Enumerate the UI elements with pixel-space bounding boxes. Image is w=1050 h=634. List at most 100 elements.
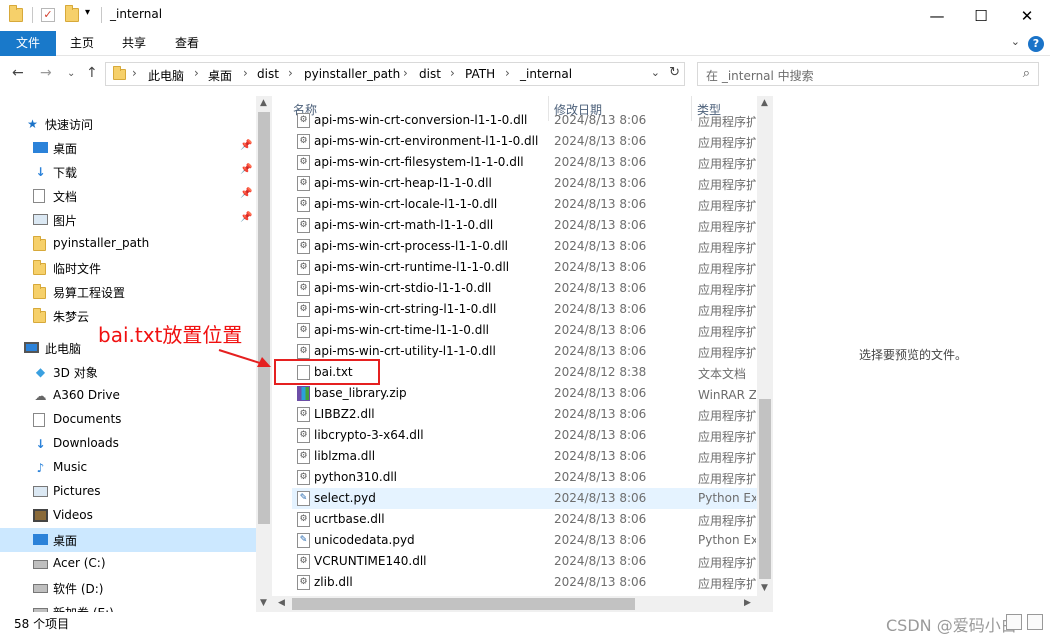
details-view-icon[interactable] (1006, 614, 1022, 630)
file-list-scrollbar[interactable]: ▲ ▼ (757, 96, 773, 596)
breadcrumb-separator[interactable]: › (403, 66, 408, 80)
tab-share[interactable]: 共享 (114, 31, 154, 56)
file-name[interactable]: api-ms-win-crt-runtime-l1-1-0.dll (314, 260, 509, 274)
file-name[interactable]: api-ms-win-crt-utility-l1-1-0.dll (314, 344, 496, 358)
minimize-button[interactable]: — (914, 0, 960, 31)
file-row[interactable]: ⚙ libcrypto-3-x64.dll 2024/8/13 8:06 应用程序扩展 (292, 425, 757, 446)
help-button[interactable]: ? (1028, 36, 1044, 52)
large-icons-view-icon[interactable] (1027, 614, 1043, 630)
file-row[interactable]: ⚙ api-ms-win-crt-math-l1-1-0.dll 2024/8/13… (292, 215, 757, 236)
file-row[interactable]: ⚙ api-ms-win-crt-time-l1-1-0.dll 2024/8/13… (292, 320, 757, 341)
file-name[interactable]: api-ms-win-crt-filesystem-l1-1-0.dll (314, 155, 524, 169)
tab-view[interactable]: 查看 (167, 31, 207, 56)
address-dropdown-icon[interactable]: ⌄ (651, 66, 660, 79)
file-row[interactable]: ⚙ api-ms-win-crt-runtime-l1-1-0.dll 2024/8… (292, 257, 757, 278)
nav-item-desktop-pc[interactable]: 桌面 (0, 528, 256, 552)
file-row[interactable]: base_library.zip 2024/8/13 8:06 WinRAR ZIP… (292, 383, 757, 404)
maximize-button[interactable]: ☐ (958, 0, 1004, 31)
scroll-up-icon[interactable]: ▲ (260, 98, 267, 108)
file-row[interactable]: ⚙ api-ms-win-crt-locale-l1-1-0.dll 2024/8/… (292, 194, 757, 215)
file-name[interactable]: api-ms-win-crt-stdio-l1-1-0.dll (314, 281, 491, 295)
forward-button[interactable]: → (40, 65, 52, 81)
back-button[interactable]: ← (12, 65, 24, 81)
search-placeholder[interactable]: 在 _internal 中搜索 (706, 67, 814, 84)
nav-item-desktop[interactable]: 桌面 📌 (0, 136, 256, 160)
file-name[interactable]: libcrypto-3-x64.dll (314, 428, 424, 442)
nav-item-downloads-pc[interactable]: ↓ Downloads (0, 432, 256, 456)
file-row[interactable]: ⚙ api-ms-win-crt-process-l1-1-0.dll 2024/8… (292, 236, 757, 257)
nav-item-a360-drive[interactable]: ☁ A360 Drive (0, 384, 256, 408)
nav-item-music[interactable]: ♪ Music (0, 456, 256, 480)
pin-icon[interactable]: 📌 (240, 164, 252, 175)
nav-item-pictures[interactable]: 图片 📌 (0, 208, 256, 232)
scroll-up-icon[interactable]: ▲ (761, 98, 768, 108)
nav-item-drive-e[interactable]: 新加卷 (E:) (0, 600, 256, 612)
nav-item-pictures-pc[interactable]: Pictures (0, 480, 256, 504)
nav-item-temp-files[interactable]: 临时文件 (0, 256, 256, 280)
file-row[interactable]: ⚙ api-ms-win-crt-conversion-l1-1-0.dll 202… (292, 110, 757, 131)
file-row[interactable]: ✎ unicodedata.pyd 2024/8/13 8:06 Python Ext… (292, 530, 757, 551)
pin-icon[interactable]: 📌 (240, 188, 252, 199)
nav-item-drive-d[interactable]: 软件 (D:) (0, 576, 256, 600)
pin-icon[interactable]: 📌 (240, 212, 252, 223)
scrollbar-thumb[interactable] (292, 598, 635, 610)
file-name[interactable]: api-ms-win-crt-string-l1-1-0.dll (314, 302, 496, 316)
breadcrumb-internal[interactable]: _internal (520, 67, 572, 81)
file-name[interactable]: python310.dll (314, 470, 397, 484)
file-row[interactable]: ⚙ zlib.dll 2024/8/13 8:06 应用程序扩展 (292, 572, 757, 593)
nav-item-drive-c[interactable]: Acer (C:) (0, 552, 256, 576)
breadcrumb-desktop[interactable]: 桌面 (208, 67, 232, 84)
file-row[interactable]: ✎ select.pyd 2024/8/13 8:06 Python Extensio… (292, 488, 757, 509)
file-row[interactable]: ⚙ api-ms-win-crt-heap-l1-1-0.dll 2024/8/13… (292, 173, 757, 194)
file-name[interactable]: base_library.zip (314, 386, 407, 400)
nav-item-project-settings[interactable]: 易算工程设置 (0, 280, 256, 304)
nav-item-downloads[interactable]: ↓ 下载 📌 (0, 160, 256, 184)
scrollbar-thumb[interactable] (759, 399, 771, 579)
file-name[interactable]: api-ms-win-crt-process-l1-1-0.dll (314, 239, 508, 253)
recent-locations-icon[interactable]: ⌄ (67, 68, 75, 79)
file-name[interactable]: liblzma.dll (314, 449, 375, 463)
file-name[interactable]: VCRUNTIME140.dll (314, 554, 427, 568)
file-name[interactable]: LIBBZ2.dll (314, 407, 375, 421)
file-row[interactable]: ⚙ api-ms-win-crt-stdio-l1-1-0.dll 2024/8/1… (292, 278, 757, 299)
file-name[interactable]: zlib.dll (314, 575, 353, 589)
file-row[interactable]: ⚙ api-ms-win-crt-filesystem-l1-1-0.dll 202… (292, 152, 757, 173)
scrollbar-thumb[interactable] (258, 112, 270, 524)
scroll-down-icon[interactable]: ▼ (761, 583, 768, 593)
file-name[interactable]: api-ms-win-crt-environment-l1-1-0.dll (314, 134, 538, 148)
breadcrumb-dist[interactable]: dist (257, 67, 279, 81)
search-box[interactable]: 在 _internal 中搜索 ⌕ (697, 62, 1039, 86)
file-name[interactable]: api-ms-win-crt-conversion-l1-1-0.dll (314, 113, 527, 127)
tab-home[interactable]: 主页 (62, 31, 102, 56)
file-name[interactable]: ucrtbase.dll (314, 512, 385, 526)
file-name[interactable]: api-ms-win-crt-time-l1-1-0.dll (314, 323, 489, 337)
expand-ribbon-icon[interactable]: ⌄ (1011, 35, 1020, 48)
file-row[interactable]: ⚙ python310.dll 2024/8/13 8:06 应用程序扩展 (292, 467, 757, 488)
nav-item-videos[interactable]: Videos (0, 504, 256, 528)
file-row[interactable]: ⚙ liblzma.dll 2024/8/13 8:06 应用程序扩展 (292, 446, 757, 467)
scroll-down-icon[interactable]: ▼ (260, 598, 267, 608)
file-name[interactable]: unicodedata.pyd (314, 533, 415, 547)
horizontal-scrollbar[interactable]: ◀ ▶ (272, 596, 773, 612)
refresh-icon[interactable]: ↻ (669, 65, 680, 80)
file-row[interactable]: ⚙ api-ms-win-crt-environment-l1-1-0.dll 20… (292, 131, 757, 152)
file-name[interactable]: api-ms-win-crt-heap-l1-1-0.dll (314, 176, 492, 190)
file-row[interactable]: ⚙ VCRUNTIME140.dll 2024/8/13 8:06 应用程序扩展 (292, 551, 757, 572)
breadcrumb-this-pc[interactable]: 此电脑 (148, 67, 184, 84)
file-name[interactable]: api-ms-win-crt-math-l1-1-0.dll (314, 218, 493, 232)
customize-toolbar-icon[interactable]: ▾ (85, 7, 90, 18)
nav-item-documents[interactable]: 文档 📌 (0, 184, 256, 208)
search-icon[interactable]: ⌕ (1023, 66, 1030, 81)
pin-icon[interactable]: 📌 (240, 140, 252, 151)
nav-quick-access[interactable]: ★ 快速访问 (0, 112, 256, 136)
breadcrumb-path[interactable]: PATH (465, 67, 495, 81)
breadcrumb-separator[interactable]: › (243, 66, 248, 80)
breadcrumb-separator[interactable]: › (194, 66, 199, 80)
file-row[interactable]: ⚙ ucrtbase.dll 2024/8/13 8:06 应用程序扩展 (292, 509, 757, 530)
breadcrumb-separator[interactable]: › (505, 66, 510, 80)
nav-item-pyinstaller-path[interactable]: pyinstaller_path (0, 232, 256, 256)
close-button[interactable]: ✕ (1004, 0, 1050, 31)
file-name[interactable]: select.pyd (314, 491, 376, 505)
file-row[interactable]: ⚙ LIBBZ2.dll 2024/8/13 8:06 应用程序扩展 (292, 404, 757, 425)
breadcrumb-pyinstaller-path[interactable]: pyinstaller_path (304, 67, 400, 81)
